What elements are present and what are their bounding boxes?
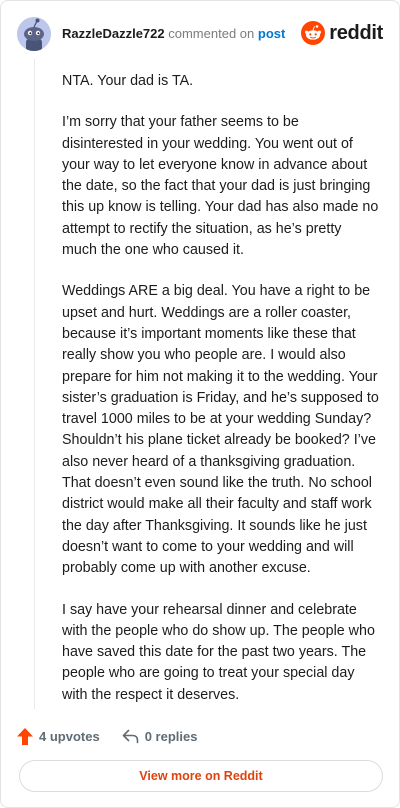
reddit-logo[interactable]: reddit bbox=[301, 21, 383, 45]
snoo-avatar-icon[interactable] bbox=[17, 17, 51, 51]
comment-body: NTA. Your dad is TA. I’m sorry that your… bbox=[62, 71, 380, 726]
author-username[interactable]: RazzleDazzle722 bbox=[62, 26, 165, 41]
upvote-count: 4 upvotes bbox=[39, 728, 100, 744]
commented-label: commented on bbox=[168, 26, 255, 41]
comment-paragraph: NTA. Your dad is TA. bbox=[62, 73, 194, 89]
reply-arrow-icon bbox=[122, 729, 138, 743]
comment-author-line: RazzleDazzle722 commented on post bbox=[62, 26, 285, 41]
comment-paragraph: Weddings ARE a big deal. You have a righ… bbox=[62, 283, 379, 577]
view-more-button[interactable]: View more on Reddit bbox=[19, 760, 383, 792]
thread-line[interactable] bbox=[34, 59, 35, 709]
comment-actions: 4 upvotes 0 replies bbox=[17, 726, 197, 746]
upvote-arrow-icon bbox=[17, 727, 33, 745]
comment-card: RazzleDazzle722 commented on post reddit… bbox=[0, 0, 400, 808]
post-link[interactable]: post bbox=[258, 26, 285, 41]
upvote-button[interactable]: 4 upvotes bbox=[17, 727, 100, 745]
reply-count: 0 replies bbox=[144, 728, 198, 744]
comment-paragraph: I say have your rehearsal dinner and cel… bbox=[62, 601, 375, 703]
comment-header: RazzleDazzle722 commented on post reddit bbox=[17, 17, 383, 51]
reddit-logo-text: reddit bbox=[329, 21, 383, 44]
reddit-logo-icon bbox=[301, 21, 326, 45]
comment-paragraph: I’m sorry that your father seems to be d… bbox=[62, 114, 379, 259]
reply-button[interactable]: 0 replies bbox=[122, 728, 198, 744]
